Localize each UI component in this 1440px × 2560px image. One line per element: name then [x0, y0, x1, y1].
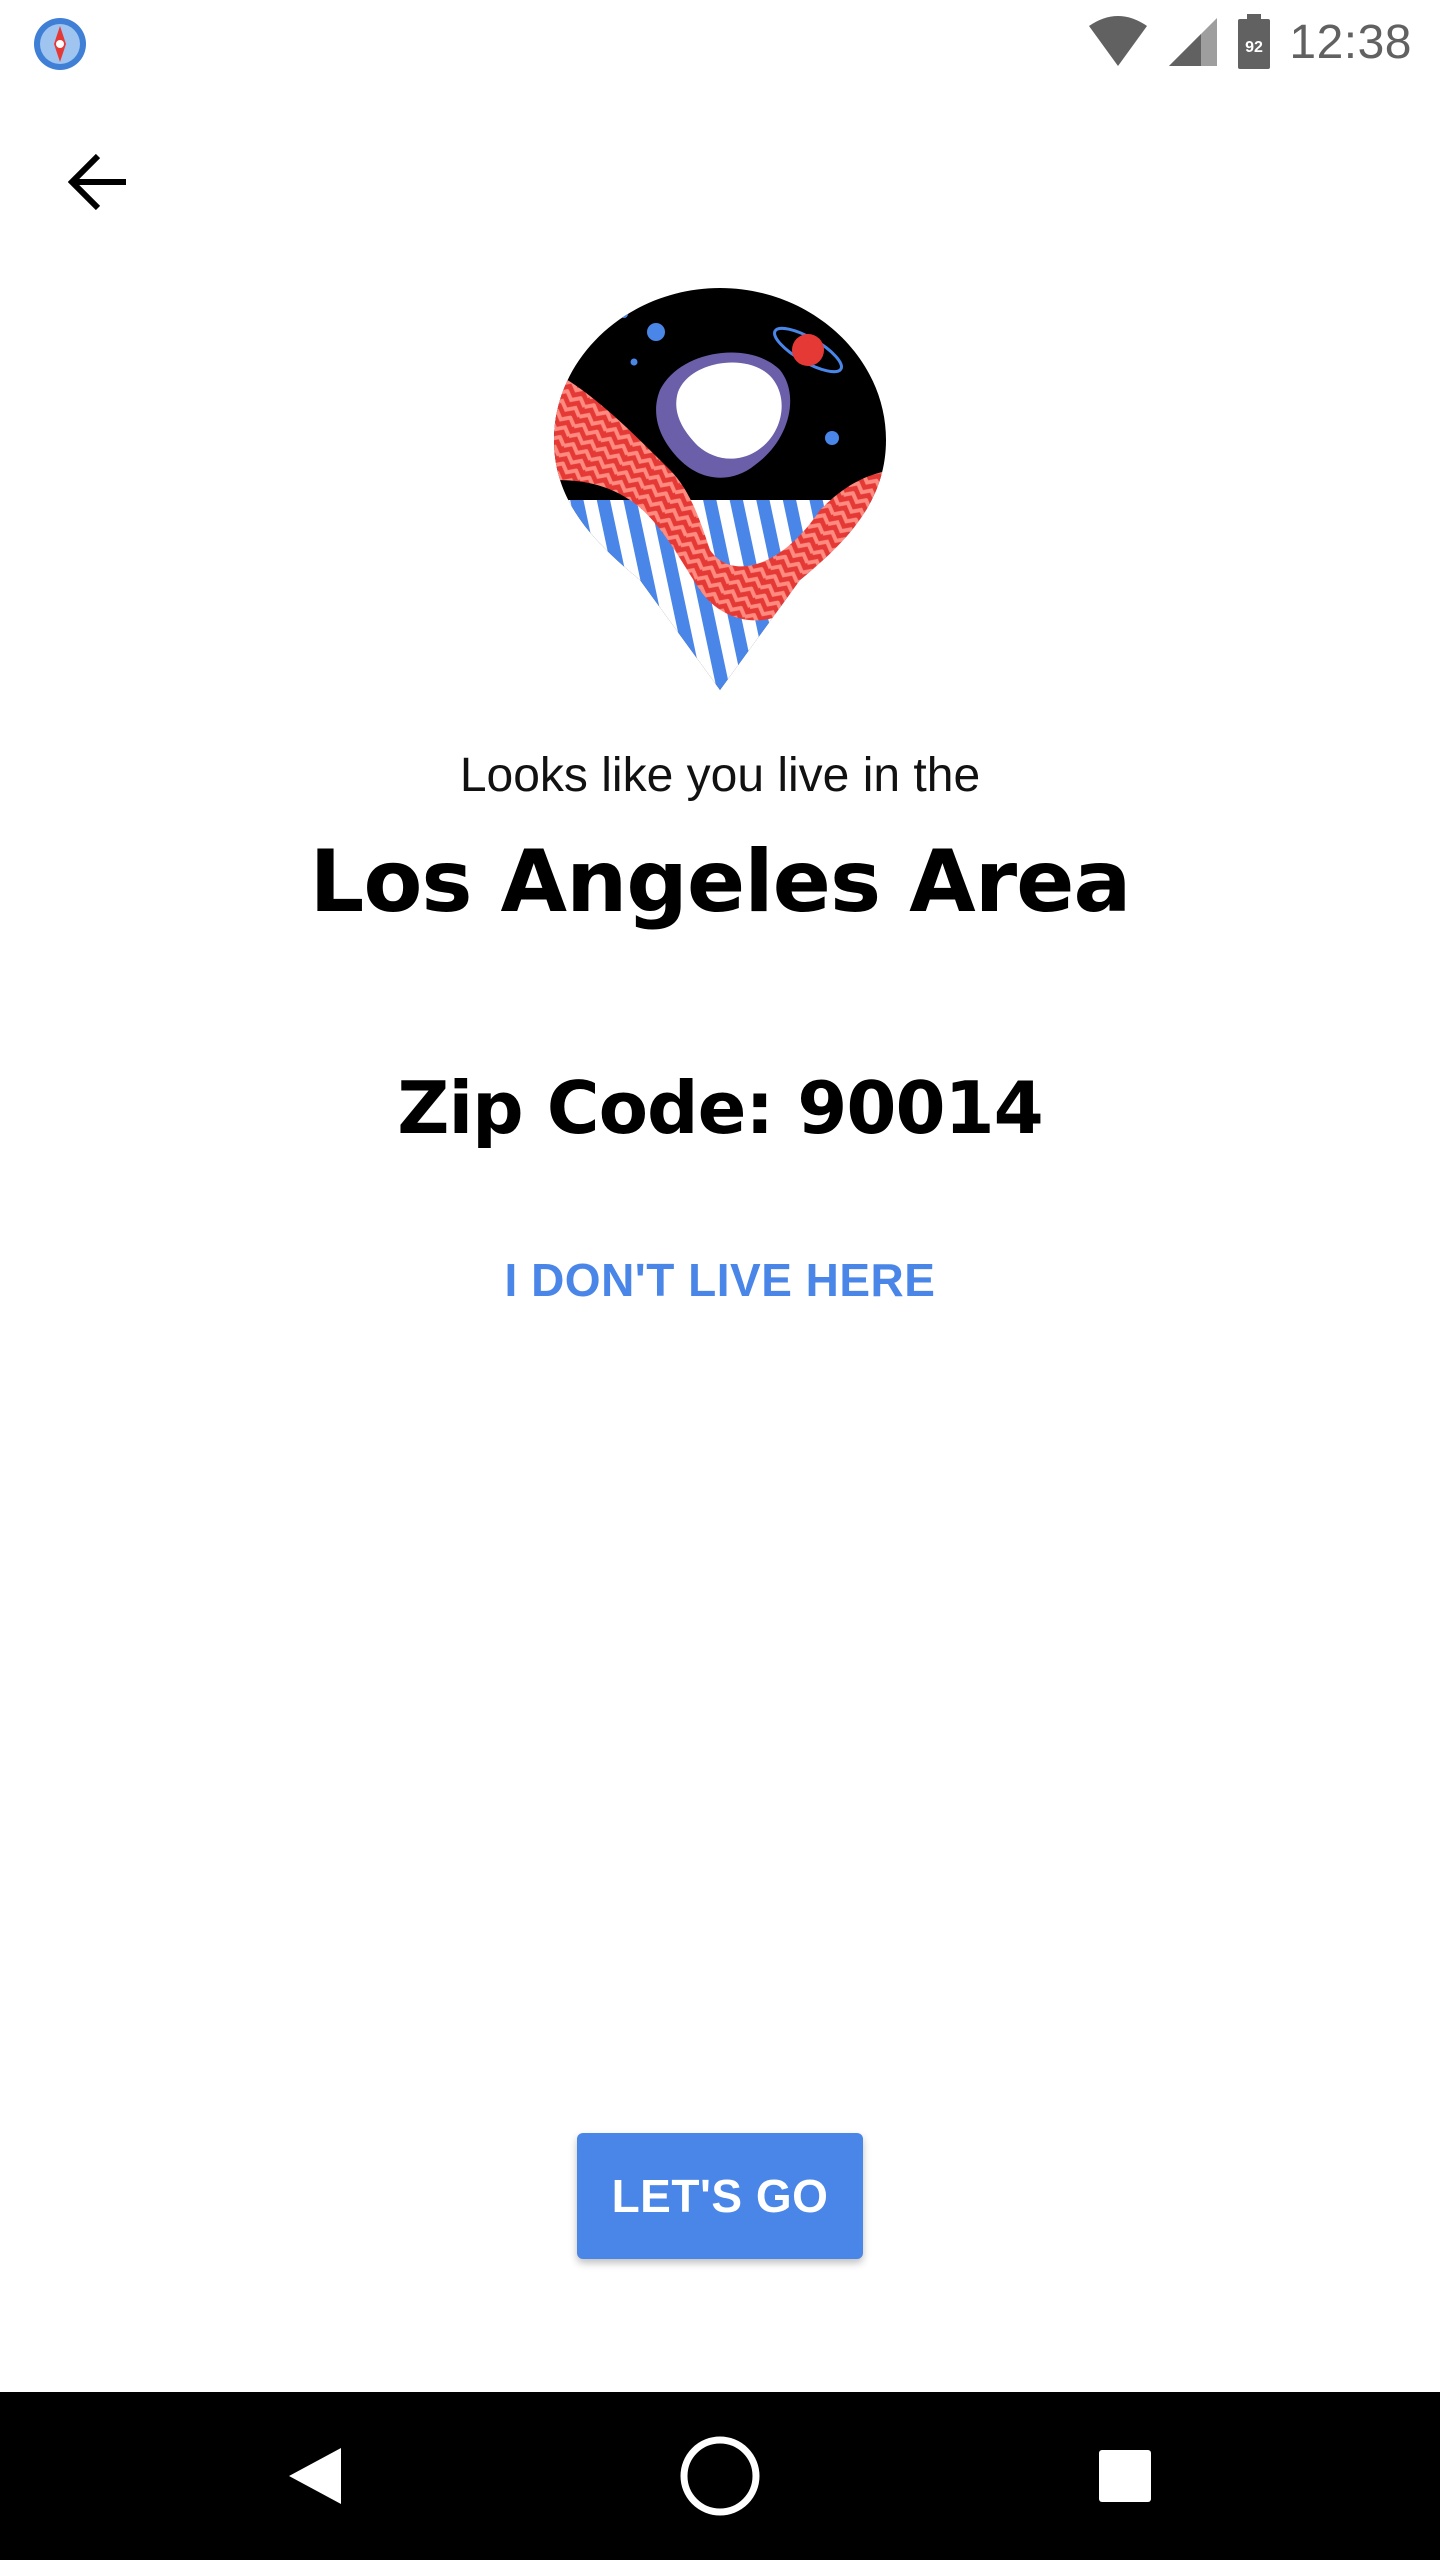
location-subtitle: Looks like you live in the — [459, 749, 981, 802]
nav-recents-button[interactable] — [1045, 2392, 1205, 2560]
area-name-title: Los Angeles Area — [309, 832, 1132, 932]
status-bar: 92 12:38 — [0, 0, 1440, 84]
cell-signal-icon — [1167, 16, 1219, 68]
nav-recents-icon — [1099, 2450, 1151, 2502]
status-time: 12:38 — [1289, 15, 1412, 69]
nav-home-button[interactable] — [640, 2392, 800, 2560]
nav-back-icon — [289, 2448, 341, 2504]
not-here-link[interactable]: I DON'T LIVE HERE — [470, 1240, 970, 1320]
lets-go-button[interactable]: LET'S GO — [577, 2133, 863, 2259]
zip-code-label: Zip Code: 90014 — [397, 1066, 1044, 1150]
back-button[interactable] — [56, 140, 140, 224]
nav-back-button[interactable] — [235, 2392, 395, 2560]
wifi-icon — [1087, 16, 1149, 68]
battery-level-text: 92 — [1245, 39, 1263, 56]
location-confirm-screen: 92 12:38 Looks like you live in the Los … — [0, 0, 1440, 2560]
navigation-bar — [0, 2392, 1440, 2560]
arrow-left-icon — [68, 154, 126, 210]
nav-home-icon — [680, 2436, 760, 2516]
location-pin-illustration — [550, 280, 890, 700]
battery-icon: 92 — [1237, 14, 1271, 70]
app-notification-icon — [30, 14, 90, 74]
